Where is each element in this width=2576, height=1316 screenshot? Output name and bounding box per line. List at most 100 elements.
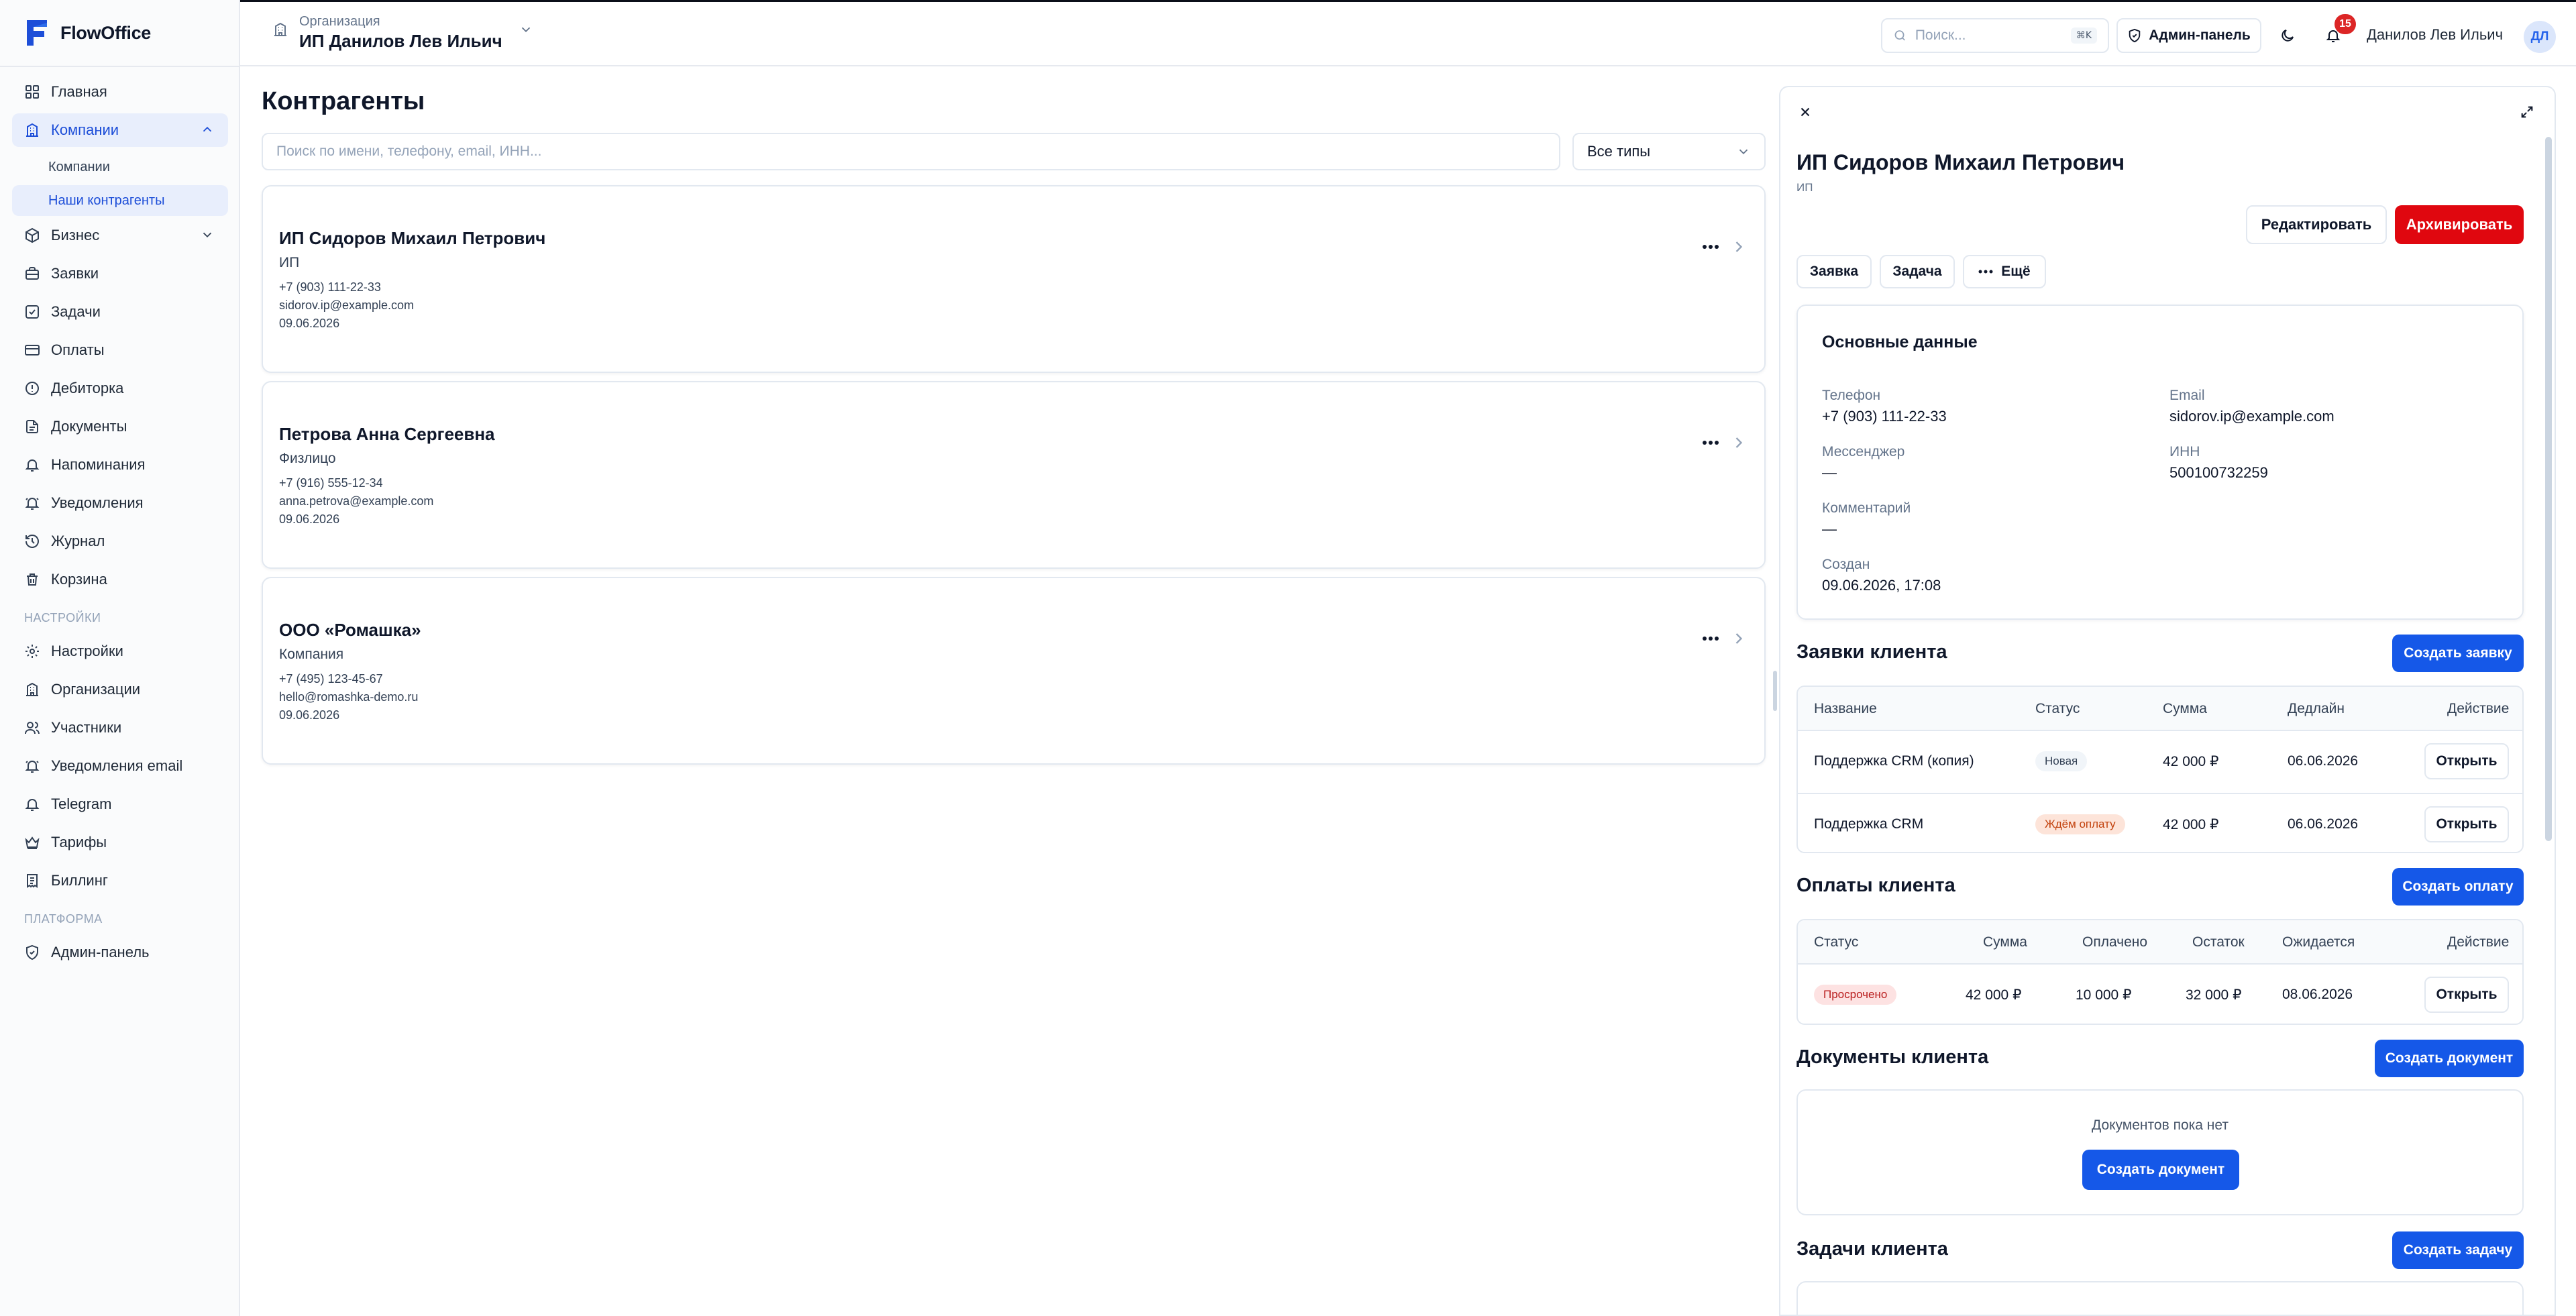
counterparty-date: 09.06.2026 (279, 512, 340, 526)
status-badge: Просрочено (1814, 985, 1897, 1005)
empty-create-document-button[interactable]: Создать документ (2082, 1150, 2239, 1190)
open-request-button[interactable]: Открыть (2424, 743, 2509, 779)
panel-scrollbar[interactable] (2545, 137, 2552, 841)
building-icon (274, 22, 286, 36)
quick-task-button[interactable]: Задача (1880, 255, 1955, 288)
sidebar: FlowOffice Главная Компании Компании Наш… (0, 0, 240, 1316)
counterparty-email: hello@romashka-demo.ru (279, 690, 419, 704)
sidebar-item-log[interactable]: Журнал (12, 525, 228, 558)
sidebar-section-settings: НАСТРОЙКИ (24, 611, 101, 624)
search-icon (1894, 30, 1905, 41)
sidebar-subitem-counterparties[interactable]: Наши контрагенты (12, 185, 228, 216)
app-logo[interactable]: FlowOffice (24, 19, 151, 47)
edit-button[interactable]: Редактировать (2246, 205, 2387, 244)
create-payment-button[interactable]: Создать оплату (2392, 868, 2524, 906)
request-sum: 42 000 ₽ (2163, 816, 2219, 832)
sidebar-item-companies[interactable]: Компании (12, 113, 228, 147)
sidebar-item-billing[interactable]: Биллинг (12, 864, 228, 897)
empty-state-text: Документов пока нет (2091, 1117, 2229, 1133)
archive-button[interactable]: Архивировать (2395, 205, 2524, 244)
sidebar-item-tariffs[interactable]: Тарифы (12, 826, 228, 859)
basic-info-card: Основные данные Телефон +7 (903) 111-22-… (1796, 305, 2524, 620)
client-requests-title: Заявки клиента (1796, 641, 1947, 663)
column-header: Действие (2447, 934, 2510, 950)
create-request-button[interactable]: Создать заявку (2392, 635, 2524, 672)
sidebar-item-notifications[interactable]: Уведомления (12, 486, 228, 520)
panel-resize-handle[interactable] (1773, 671, 1777, 711)
sidebar-item-email-notifications[interactable]: Уведомления email (12, 749, 228, 783)
avatar[interactable]: ДЛ (2524, 21, 2556, 53)
file-icon (24, 419, 40, 435)
search-shortcut: ⌘K (2070, 28, 2097, 44)
sidebar-item-admin-panel[interactable]: Админ-панель (12, 936, 228, 969)
sidebar-item-trash[interactable]: Корзина (12, 563, 228, 596)
counterparty-name: ИП Сидоров Михаил Петрович (279, 228, 546, 248)
expand-panel-button[interactable] (2516, 101, 2538, 123)
quick-request-button[interactable]: Заявка (1796, 255, 1872, 288)
admin-panel-button[interactable]: Админ-панель (2116, 18, 2261, 53)
sidebar-nav: Главная Компании Компании Наши контраген… (12, 75, 228, 974)
type-filter-select[interactable]: Все типы (1572, 133, 1766, 170)
quick-more-button[interactable]: Ещё (1963, 255, 2046, 288)
sidebar-item-organizations[interactable]: Организации (12, 673, 228, 706)
sidebar-item-members[interactable]: Участники (12, 711, 228, 745)
close-panel-button[interactable] (1794, 101, 1817, 123)
client-payments-title: Оплаты клиента (1796, 875, 1955, 896)
sidebar-item-tasks[interactable]: Задачи (12, 295, 228, 329)
chevron-down-icon (203, 232, 212, 238)
users-icon (24, 720, 40, 736)
sidebar-item-label: Дебиторка (51, 380, 124, 396)
open-request-button[interactable]: Открыть (2424, 806, 2509, 842)
moon-icon (2282, 30, 2294, 42)
ellipsis-icon (1703, 441, 1719, 445)
counterparty-card[interactable]: ООО «Ромашка» Компания +7 (495) 123-45-6… (262, 577, 1766, 765)
global-search[interactable]: ⌘K (1881, 18, 2109, 53)
sidebar-item-reminders[interactable]: Напоминания (12, 448, 228, 482)
chevron-up-icon (203, 126, 212, 132)
user-name[interactable]: Данилов Лев Ильич (2367, 26, 2503, 44)
counterparty-card[interactable]: Петрова Анна Сергеевна Физлицо +7 (916) … (262, 381, 1766, 569)
client-tasks-title: Задачи клиента (1796, 1238, 1948, 1260)
status-badge: Ждём оплату (2035, 814, 2125, 834)
ellipsis-icon (1978, 270, 1993, 274)
counterparty-search-input[interactable] (262, 133, 1560, 170)
box-icon (24, 227, 40, 243)
more-actions-button[interactable] (1697, 235, 1724, 259)
sidebar-item-requests[interactable]: Заявки (12, 257, 228, 290)
more-actions-button[interactable] (1697, 626, 1724, 651)
email-label: Email (2169, 388, 2205, 403)
sidebar-item-receivables[interactable]: Дебиторка (12, 372, 228, 405)
sidebar-item-settings[interactable]: Настройки (12, 635, 228, 668)
search-input[interactable] (1915, 28, 2063, 44)
theme-toggle-button[interactable] (2274, 22, 2301, 49)
inn-label: ИНН (2169, 444, 2200, 459)
sidebar-item-home[interactable]: Главная (12, 75, 228, 109)
organization-switcher[interactable]: Организация ИП Данилов Лев Ильич (272, 14, 533, 52)
sidebar-item-documents[interactable]: Документы (12, 410, 228, 443)
request-deadline: 06.06.2026 (2288, 753, 2359, 769)
sidebar-subitem-companies[interactable]: Компании (12, 152, 228, 182)
create-document-button[interactable]: Создать документ (2375, 1040, 2524, 1077)
counterparty-card[interactable]: ИП Сидоров Михаил Петрович ИП +7 (903) 1… (262, 185, 1766, 373)
type-filter-value: Все типы (1587, 143, 1651, 160)
counterparty-date: 09.06.2026 (279, 708, 340, 722)
counterparty-name: ООО «Ромашка» (279, 620, 421, 640)
status-badge: Новая (2035, 751, 2088, 771)
gear-icon (24, 643, 40, 659)
client-requests-table: Название Статус Сумма Дедлайн Действие П… (1796, 686, 2524, 853)
email-value: sidorov.ip@example.com (2169, 408, 2334, 425)
more-actions-button[interactable] (1697, 431, 1724, 455)
shield-icon (2129, 28, 2141, 43)
sidebar-item-label: Оплаты (51, 341, 105, 358)
open-payment-button[interactable]: Открыть (2424, 977, 2509, 1013)
sidebar-item-payments[interactable]: Оплаты (12, 333, 228, 367)
sidebar-item-business[interactable]: Бизнес (12, 219, 228, 252)
organization-label: Организация (299, 14, 380, 29)
column-header: Сумма (1983, 934, 2027, 950)
sidebar-item-telegram[interactable]: Telegram (12, 787, 228, 821)
sidebar-item-label: Telegram (51, 796, 112, 812)
counterparty-type: Физлицо (279, 451, 336, 466)
sidebar-item-label: Уведомления (51, 494, 144, 511)
create-task-button[interactable]: Создать задачу (2392, 1231, 2524, 1269)
column-header: Дедлайн (2288, 701, 2345, 716)
